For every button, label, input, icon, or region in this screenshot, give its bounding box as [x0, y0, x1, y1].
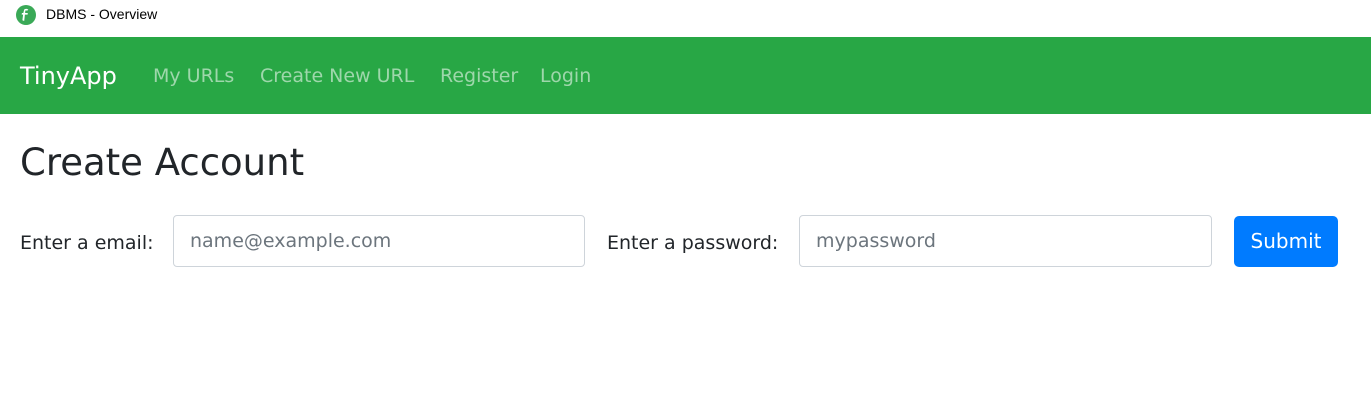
- navbar-brand[interactable]: TinyApp: [20, 61, 117, 91]
- nav-link-create-new-url[interactable]: Create New URL: [260, 64, 414, 88]
- nav-link-register[interactable]: Register: [440, 64, 518, 88]
- tinyapp-logo-icon: [16, 5, 36, 25]
- email-label: Enter a email:: [20, 232, 154, 254]
- page-title: Create Account: [20, 141, 305, 184]
- submit-button[interactable]: Submit: [1234, 216, 1338, 267]
- browser-tab-strip: DBMS - Overview: [0, 0, 1371, 36]
- email-input[interactable]: [173, 215, 585, 267]
- nav-link-my-urls[interactable]: My URLs: [153, 64, 234, 88]
- tab-title: DBMS - Overview: [46, 6, 158, 22]
- nav-link-login[interactable]: Login: [540, 64, 591, 88]
- top-navbar: TinyApp My URLs Create New URL Register …: [0, 37, 1371, 114]
- password-input[interactable]: [799, 215, 1212, 267]
- password-label: Enter a password:: [607, 232, 779, 254]
